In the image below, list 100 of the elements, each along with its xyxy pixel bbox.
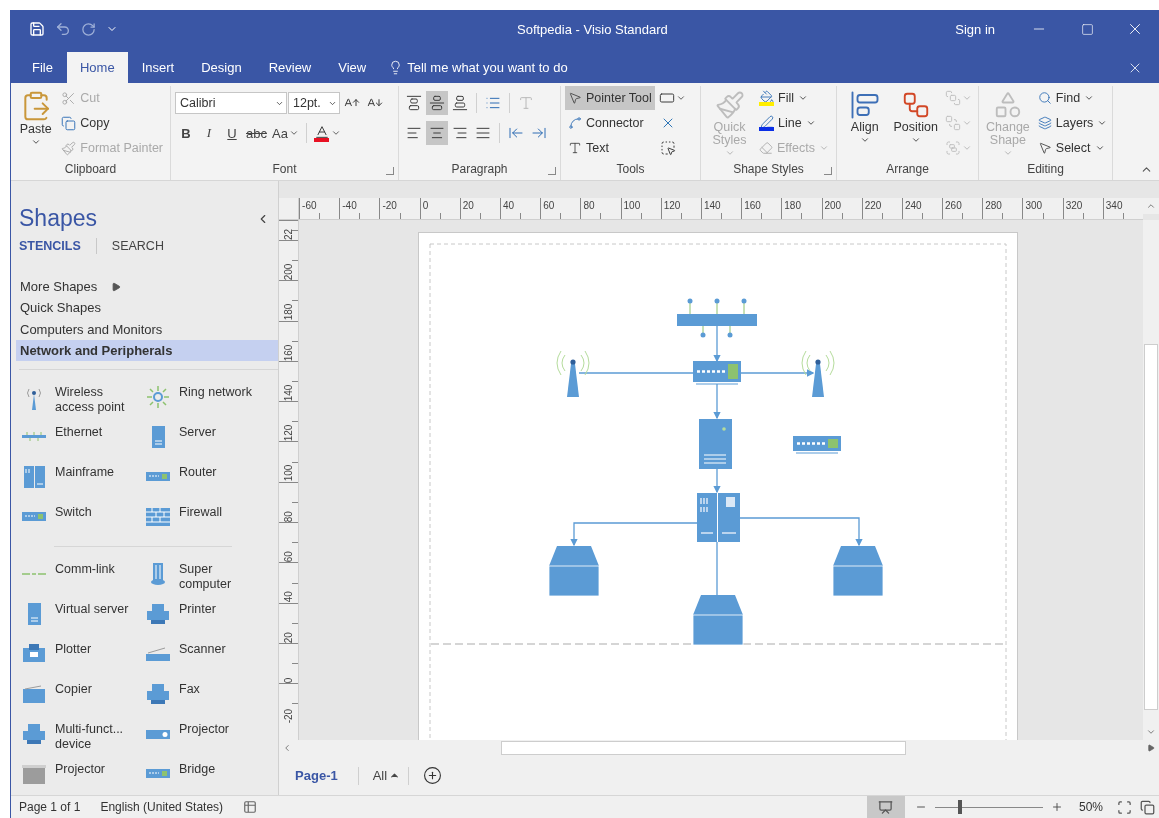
caret-icon [910, 135, 921, 145]
tool-button[interactable]: Pointer Tool [565, 86, 655, 110]
panel-tab[interactable]: SEARCH [111, 239, 164, 253]
shape-label[interactable]: Ring network [179, 383, 252, 401]
sign-in-link[interactable]: Sign in [955, 21, 995, 37]
stencil-item[interactable]: Quick Shapes [16, 297, 279, 319]
all-pages-button[interactable]: All [372, 768, 401, 783]
save-icon[interactable] [29, 21, 45, 37]
caret-icon [1002, 148, 1013, 158]
caret-icon [805, 118, 816, 128]
font-field[interactable]: Calibri [175, 92, 287, 114]
increase-indent-icon [531, 125, 547, 141]
stencil-item[interactable]: More Shapes [16, 276, 279, 298]
copy-icon [61, 115, 77, 131]
shape-label[interactable]: Scanner [179, 640, 226, 658]
add-page-icon[interactable] [423, 766, 443, 785]
stencil-item[interactable]: Computers and Monitors [16, 318, 279, 340]
align-button[interactable] [426, 121, 448, 145]
ribbon-tab[interactable]: Insert [128, 52, 188, 83]
editing-button[interactable]: Layers [1034, 111, 1111, 135]
align-bottom-icon [452, 95, 468, 111]
send-backward-icon [945, 115, 961, 131]
format-button[interactable]: U [221, 121, 243, 145]
window-title: Softpedia - Visio Standard [517, 21, 669, 37]
paste-button[interactable]: Paste [15, 86, 57, 160]
shape-label[interactable]: Fax [179, 680, 200, 698]
horizontal-scrollbar[interactable] [279, 740, 1159, 756]
group-icon [945, 140, 961, 156]
shape-label[interactable]: Printer [179, 600, 216, 618]
shape-label[interactable]: Multi-funct... device [55, 720, 141, 753]
editing-button[interactable]: Select [1034, 136, 1108, 160]
align-button[interactable] [426, 91, 448, 115]
tell-me-field[interactable]: Tell me what you want to do [407, 60, 608, 75]
shape-label[interactable]: Comm-link [55, 560, 115, 578]
shape-label[interactable]: Copier [55, 680, 92, 698]
caret-icon [962, 118, 972, 128]
editing-button[interactable]: Find [1034, 86, 1098, 110]
ribbon-tab[interactable]: View [325, 52, 380, 83]
shape-label[interactable]: Virtual server [55, 600, 129, 618]
shape-label[interactable]: Switch [55, 503, 92, 521]
ribbon-tab[interactable]: Home [66, 52, 128, 83]
scrollbar-thumb[interactable] [1144, 344, 1158, 710]
scrollbar-thumb[interactable] [501, 741, 907, 755]
undo-icon[interactable] [55, 21, 71, 37]
shape-label[interactable]: Router [179, 463, 217, 481]
redo-icon[interactable] [81, 21, 96, 37]
group-label: Paragraph [451, 162, 508, 178]
tool-button[interactable]: Connector [565, 111, 647, 135]
style-button[interactable]: Line [756, 111, 819, 135]
dialog-launcher-icon[interactable] [386, 167, 394, 175]
ribbon-tab[interactable]: File [19, 52, 66, 83]
caret-icon [724, 148, 735, 158]
scroll-right-icon [1147, 744, 1155, 752]
font-size-field[interactable]: 12pt. [288, 92, 340, 114]
format-button[interactable]: abc [244, 121, 269, 145]
zoom-level: 50% [1078, 800, 1103, 814]
shape-label[interactable]: Projector [179, 720, 230, 738]
shape-label[interactable]: Bridge [179, 760, 216, 778]
presentation-icon[interactable] [866, 796, 905, 818]
switch-icon [21, 511, 47, 524]
format-button[interactable]: Aa [269, 121, 301, 145]
ruler-label: 100 [283, 464, 295, 482]
scroll-up-icon [1146, 201, 1156, 211]
ribbon-tab[interactable]: Design [188, 52, 255, 83]
shape-label[interactable]: Ethernet [55, 423, 103, 441]
ruler-label: 160 [283, 343, 295, 361]
shape-label[interactable]: Firewall [179, 503, 223, 521]
caret-icon [819, 143, 829, 153]
clipboard-button[interactable]: Copy [58, 111, 113, 135]
vertical-scrollbar[interactable] [1143, 220, 1159, 740]
language-status[interactable]: English (United States) [100, 800, 224, 814]
shape-label[interactable]: Server [179, 423, 216, 441]
stencil-item[interactable]: Network and Peripherals [16, 340, 279, 362]
dialog-launcher-icon[interactable] [548, 167, 556, 175]
arrange-button[interactable]: Align [841, 86, 889, 160]
caret-icon [30, 137, 41, 147]
arrange-button[interactable]: Position [890, 86, 941, 160]
dialog-launcher-icon[interactable] [824, 167, 832, 175]
page-tab[interactable]: Page-1 [295, 768, 350, 783]
panel-tab[interactable]: STENCILS [19, 239, 81, 253]
ribbon-tab[interactable]: Review [255, 52, 325, 83]
shape-label[interactable]: Super computer [179, 560, 265, 593]
router-icon [145, 471, 171, 484]
shape-label[interactable]: Wireless access point [55, 383, 141, 416]
dashed-line-icon [21, 572, 47, 577]
projector-icon [145, 728, 171, 740]
format-button[interactable]: I [198, 121, 220, 145]
macro-icon[interactable] [243, 800, 258, 814]
scroll-down-icon [1146, 727, 1156, 737]
tool-button[interactable]: Text [565, 136, 612, 160]
style-button[interactable]: Fill [756, 86, 811, 110]
shape-label[interactable]: Projector [55, 760, 106, 778]
shape-label[interactable]: Plotter [55, 640, 92, 658]
layers-icon [1037, 116, 1052, 130]
zoom-thumb[interactable] [957, 800, 962, 814]
scanner-icon [145, 646, 171, 662]
shape-label[interactable]: Mainframe [55, 463, 115, 481]
caret-icon [1084, 93, 1095, 103]
format-button[interactable]: B [175, 121, 197, 145]
panel-title: Shapes [19, 205, 97, 232]
